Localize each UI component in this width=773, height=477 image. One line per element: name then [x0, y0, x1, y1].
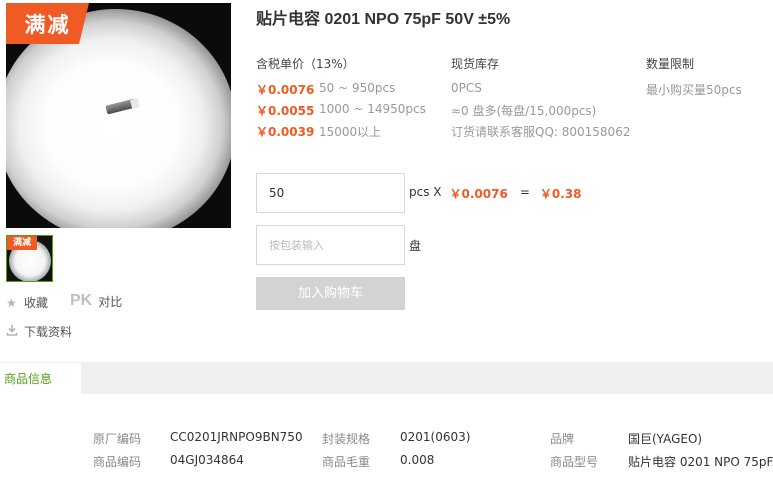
quantity-unit: pcs X [409, 185, 442, 199]
pk-icon: PK [70, 292, 93, 309]
total-price: ￥0.38 [539, 187, 582, 201]
unit-price: ￥0.0076 [449, 187, 508, 201]
promo-badge: 满减 [6, 3, 89, 44]
tab-bar [0, 362, 773, 394]
tier-range: 1000 ~ 14950pcs [319, 102, 426, 116]
tier-price: ￥0.0039 [256, 125, 315, 139]
compare-button[interactable]: PK 对比 [70, 292, 122, 310]
spec-value: 国巨(YAGEO) [628, 432, 703, 446]
compare-label: 对比 [98, 294, 123, 309]
equals-sign: = [519, 185, 530, 199]
thumbnail-promo-badge: 满减 [7, 236, 37, 250]
favorite-button[interactable]: ★ 收藏 [6, 294, 48, 311]
spec-label: 原厂编码 [93, 432, 142, 446]
quantity-input[interactable] [256, 173, 405, 213]
spec-label: 品牌 [550, 432, 575, 446]
price-calculation: pcs X ￥0.0076 = ￥0.38 [409, 185, 582, 202]
spec-label: 商品毛重 [322, 455, 371, 469]
pack-quantity-input[interactable] [256, 225, 405, 265]
spec-value: 04GJ034864 [170, 453, 244, 467]
add-to-cart-button[interactable]: 加入购物车 [256, 277, 405, 310]
spec-value: 0201(0603) [400, 430, 471, 444]
spec-label: 商品型号 [550, 455, 599, 469]
star-icon: ★ [6, 295, 17, 310]
price-tier-row: ￥0.0076 50 ~ 950pcs [256, 81, 395, 98]
price-header: 含税单价（13%） [256, 57, 355, 71]
limit-header: 数量限制 [646, 57, 695, 71]
tier-range: 50 ~ 950pcs [319, 81, 396, 95]
tier-price: ￥0.0055 [256, 104, 315, 118]
stock-reels: ≈0 盘多(每盘/15,000pcs) [451, 104, 597, 118]
download-docs-button[interactable]: 下载资料 [6, 323, 72, 340]
tab-product-info[interactable]: 商品信息 [0, 362, 81, 394]
stock-contact: 订货请联系客服QQ: 800158062 [451, 125, 631, 139]
minimum-order-text: 最小购买量50pcs [646, 83, 742, 97]
price-tier-row: ￥0.0055 1000 ~ 14950pcs [256, 102, 426, 119]
spec-value: CC0201JRNPO9BN750 [170, 430, 303, 444]
product-title: 贴片电容 0201 NPO 75pF 50V ±5% [256, 11, 511, 28]
price-tier-row: ￥0.0039 15000以上 [256, 123, 381, 140]
spec-value: 0.008 [400, 453, 435, 467]
product-thumbnail[interactable]: 满减 [6, 235, 53, 282]
spec-label: 封装规格 [322, 432, 371, 446]
tier-range: 15000以上 [319, 125, 382, 139]
download-label: 下载资料 [24, 325, 73, 339]
stock-header: 现货库存 [451, 57, 500, 71]
spec-value: 贴片电容 0201 NPO 75pF... [628, 455, 773, 469]
pack-unit-label: 盘 [409, 239, 422, 253]
stock-quantity: 0PCS [451, 81, 482, 95]
tier-price: ￥0.0076 [256, 83, 315, 97]
spec-label: 商品编码 [93, 455, 142, 469]
download-icon [6, 324, 20, 339]
favorite-label: 收藏 [24, 296, 49, 310]
